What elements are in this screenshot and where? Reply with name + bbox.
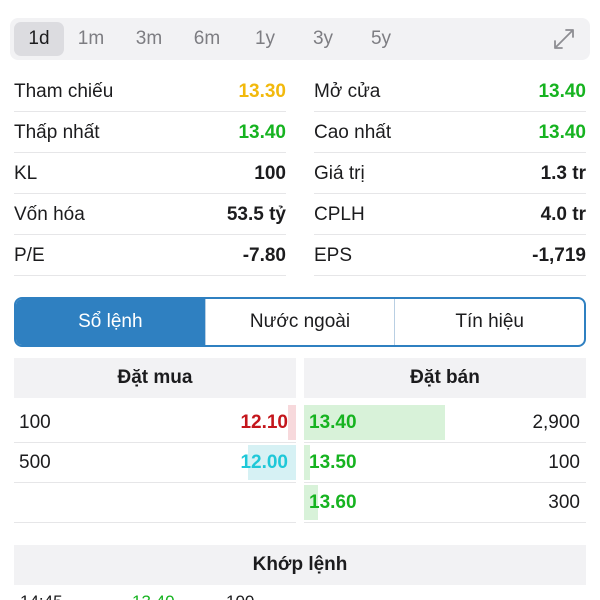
buy-depth-bar (288, 405, 296, 440)
tab-period-1y[interactable]: 1y (240, 22, 290, 56)
stat-label: Vốn hóa (14, 203, 85, 225)
stat-value: -1,719 (532, 244, 586, 266)
sell-row[interactable]: 13.50 100 (304, 443, 586, 483)
stat-value: 1.3 tr (540, 162, 586, 184)
tab-order-book[interactable]: Sổ lệnh (16, 299, 206, 345)
buy-row[interactable]: 500 12.00 (14, 443, 296, 483)
sell-price: 13.40 (309, 412, 357, 433)
tab-period-1m[interactable]: 1m (66, 22, 116, 56)
tab-period-3m[interactable]: 3m (124, 22, 174, 56)
match-header: Khớp lệnh (14, 545, 586, 585)
stat-value-traded: Giá trị 1.3 tr (314, 154, 586, 194)
buy-volume: 500 (19, 452, 51, 473)
tab-signals[interactable]: Tín hiệu (395, 299, 584, 345)
stat-value: 4.0 tr (540, 203, 586, 225)
period-tab-bar: 1d 1m 3m 6m 1y 3y 5y (10, 18, 590, 60)
tab-foreign[interactable]: Nước ngoài (206, 299, 396, 345)
stat-label: P/E (14, 244, 45, 266)
stat-value: 53.5 tỷ (226, 203, 286, 225)
match-row: 14:45 13.40 100 (14, 588, 586, 600)
sell-row[interactable]: 13.60 300 (304, 483, 586, 523)
buy-price: 12.00 (240, 452, 288, 473)
tab-period-1d[interactable]: 1d (14, 22, 64, 56)
stat-label: Giá trị (314, 162, 365, 184)
buy-header: Đặt mua (14, 358, 296, 398)
expand-icon[interactable] (552, 27, 576, 51)
stat-value: 13.30 (238, 80, 286, 102)
buy-row[interactable]: 100 12.10 (14, 403, 296, 443)
stat-volume: KL 100 (14, 154, 286, 194)
sell-price: 13.50 (309, 452, 357, 473)
stat-label: EPS (314, 244, 353, 266)
stat-value: 13.40 (538, 80, 586, 102)
buy-volume: 100 (19, 412, 51, 433)
stat-label: Mở cửa (314, 80, 381, 102)
stat-market-cap: Vốn hóa 53.5 tỷ (14, 195, 286, 235)
stat-label: Tham chiếu (14, 80, 114, 102)
tab-period-3y[interactable]: 3y (298, 22, 348, 56)
buy-row-empty (14, 483, 296, 523)
stat-label: Cao nhất (314, 121, 392, 143)
tab-period-6m[interactable]: 6m (182, 22, 232, 56)
sell-price: 13.60 (309, 492, 357, 513)
stat-low: Thấp nhất 13.40 (14, 113, 286, 153)
stat-shares-outstanding: CPLH 4.0 tr (314, 195, 586, 235)
stat-value: -7.80 (242, 244, 286, 266)
sell-volume: 100 (548, 452, 580, 473)
stat-value: 13.40 (538, 121, 586, 143)
match-volume: 100 (226, 592, 254, 600)
sell-volume: 2,900 (532, 412, 580, 433)
stat-pe: P/E -7.80 (14, 236, 286, 276)
stat-label: KL (14, 162, 38, 184)
sell-row[interactable]: 13.40 2,900 (304, 403, 586, 443)
stat-label: Thấp nhất (14, 121, 100, 143)
stat-eps: EPS -1,719 (314, 236, 586, 276)
sell-volume: 300 (548, 492, 580, 513)
stat-value: 13.40 (238, 121, 286, 143)
stat-label: CPLH (314, 203, 365, 225)
stat-reference: Tham chiếu 13.30 (14, 72, 286, 112)
match-price: 13.40 (132, 592, 175, 600)
sell-header: Đặt bán (304, 358, 586, 398)
tab-period-5y[interactable]: 5y (356, 22, 406, 56)
stat-open: Mở cửa 13.40 (314, 72, 586, 112)
stat-value: 100 (254, 162, 286, 184)
match-time: 14:45 (20, 592, 63, 600)
order-tabs: Sổ lệnh Nước ngoài Tín hiệu (14, 297, 586, 347)
stat-high: Cao nhất 13.40 (314, 113, 586, 153)
buy-price: 12.10 (240, 412, 288, 433)
